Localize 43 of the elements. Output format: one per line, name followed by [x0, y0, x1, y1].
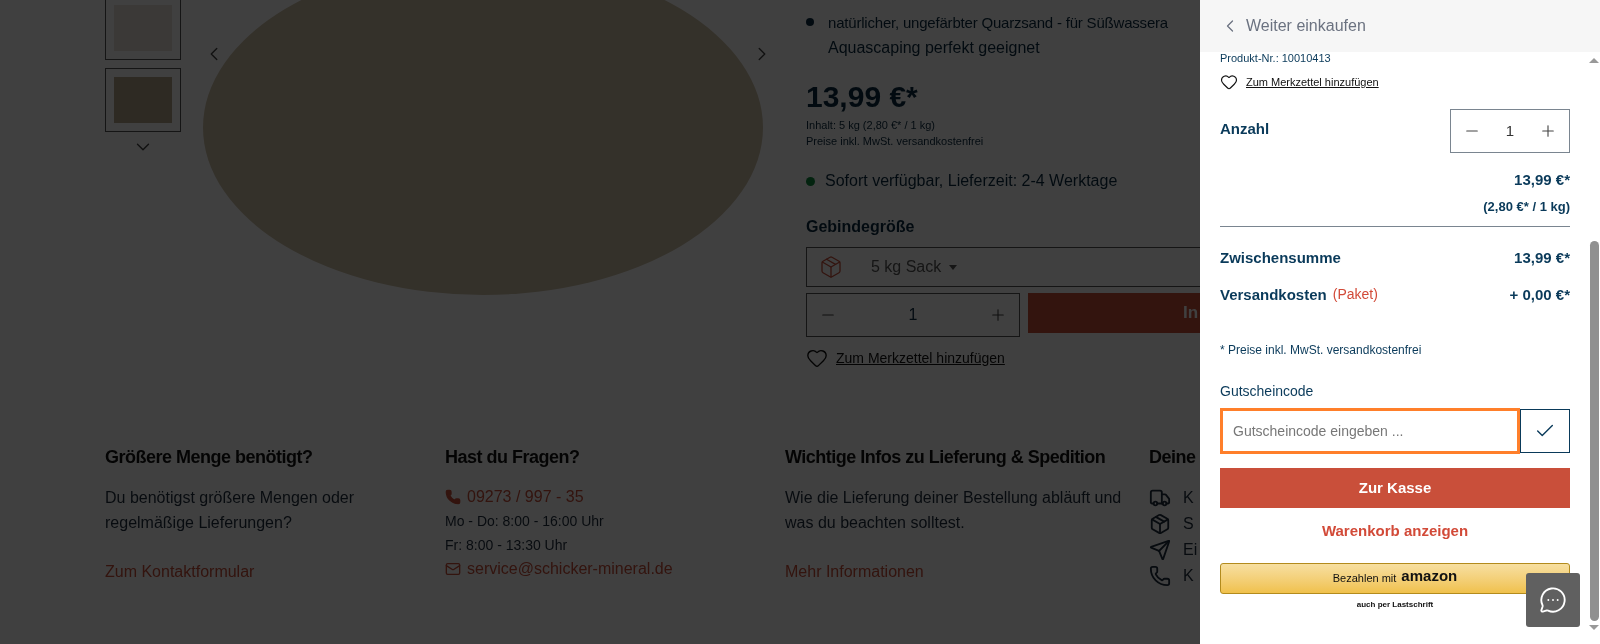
- tax-note: * Preise inkl. MwSt. versandkostenfrei: [1220, 342, 1423, 359]
- quantity-label: Anzahl: [1220, 119, 1270, 139]
- bullet-text: natürlicher, ungefärbter Quarzsand - für Süßwassera: [828, 13, 1168, 33]
- price: 13,99 €*: [806, 80, 918, 114]
- amazon-pay-button[interactable]: Bezahlen mit amazon: [1220, 562, 1570, 594]
- opening-hours: Mo - Do: 8:00 - 16:00 Uhr: [445, 512, 605, 531]
- shipping-value: + 0,00 €*: [1509, 284, 1570, 305]
- feature-text: K: [1183, 566, 1194, 586]
- coupon-label: Gutscheincode: [1220, 382, 1315, 401]
- back-link[interactable]: Weiter einkaufen: [1220, 14, 1366, 38]
- bullet-text: Aquascaping perfekt geeignet: [828, 38, 1041, 58]
- quantity-stepper[interactable]: 1: [1450, 109, 1570, 153]
- footer-text: Wie die Lieferung deiner Bestellung abläuft und was du beachten solltest.: [785, 488, 1123, 533]
- view-cart-link[interactable]: Warenkorb anzeigen: [1321, 520, 1469, 543]
- wishlist-link[interactable]: Zum Merkzettel hinzufügen: [1246, 73, 1379, 91]
- subtotal-label: Zwischensumme: [1220, 248, 1341, 268]
- footer-heading: Größere Menge benötigt?: [105, 446, 314, 469]
- chat-button[interactable]: [1526, 573, 1580, 627]
- availability-text: Sofort verfügbar, Lieferzeit: 2-4 Werktage: [825, 171, 1118, 191]
- heart-icon[interactable]: [1220, 73, 1238, 91]
- shipping-type: (Paket): [1332, 285, 1378, 305]
- coupon-input[interactable]: Gutscheincode eingeben ...: [1220, 408, 1520, 454]
- plus-icon[interactable]: [1539, 122, 1557, 140]
- footer-heading: Wichtige Infos zu Lieferung & Spedition: [785, 446, 1107, 469]
- content-info: Inhalt: 5 kg (2,80 €* / 1 kg): [806, 118, 936, 133]
- feature-text: K: [1183, 488, 1194, 508]
- opening-hours: Fr: 8:00 - 13:30 Uhr: [445, 536, 569, 555]
- product-number: Produkt-Nr.: 10010413: [1220, 51, 1332, 65]
- variant-label: Gebindegröße: [806, 217, 915, 237]
- footer-text: Du benötigst größere Mengen oder regelmäßige Lieferungen?: [105, 488, 356, 533]
- checkout-button[interactable]: Zur Kasse: [1220, 468, 1570, 508]
- footer-heading: Deine: [1149, 446, 1197, 469]
- subtotal-value: 13,99 €*: [1514, 248, 1570, 268]
- tax-note: Preise inkl. MwSt. versandkostenfrei: [806, 134, 984, 149]
- amazon-note: auch per Lastschrift: [1356, 598, 1434, 611]
- unit-price: (2,80 €* / 1 kg): [1483, 197, 1570, 216]
- item-price: 13,99 €*: [1514, 170, 1570, 190]
- chat-icon: [1539, 586, 1567, 614]
- footer-heading: Hast du Fragen?: [445, 446, 581, 469]
- shipping-label: Versandkosten: [1220, 284, 1327, 305]
- feature-text: Ei: [1183, 540, 1198, 560]
- apply-coupon-button[interactable]: [1520, 409, 1570, 453]
- feature-text: S: [1183, 514, 1194, 534]
